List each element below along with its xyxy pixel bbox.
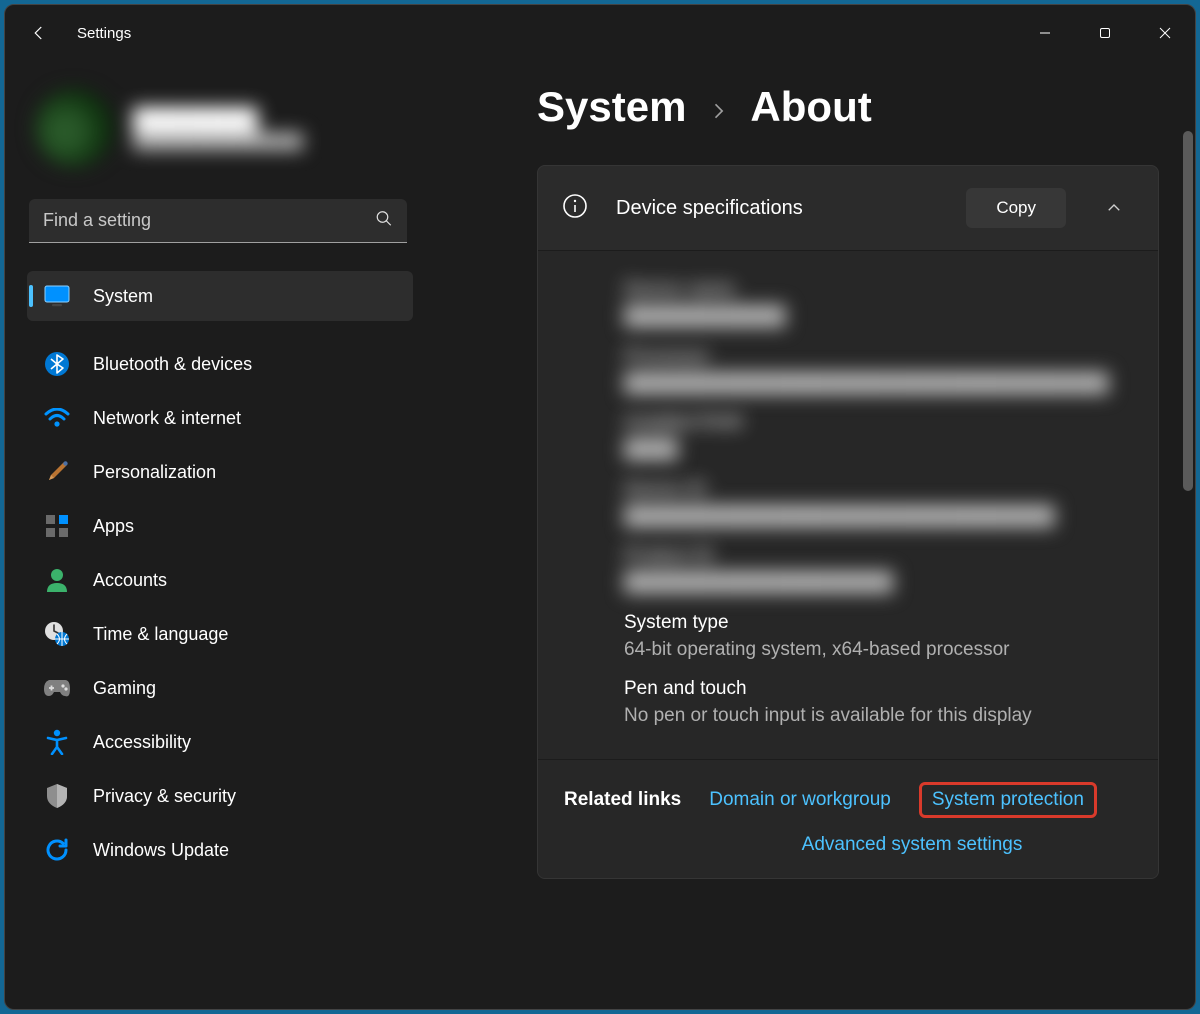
sidebar-item-privacy[interactable]: Privacy & security: [27, 771, 413, 821]
spec-value: ████████████████████████████████████: [624, 370, 1128, 399]
accessibility-icon: [43, 729, 71, 755]
card-header[interactable]: Device specifications Copy: [538, 166, 1158, 250]
spec-row-ram: Installed RAM ████: [624, 412, 1128, 465]
maximize-icon: [1099, 27, 1111, 39]
profile-email: ████████████████: [133, 133, 303, 150]
bluetooth-icon: [43, 351, 71, 377]
link-advanced-system-settings[interactable]: Advanced system settings: [802, 834, 1023, 856]
info-icon: [562, 193, 588, 224]
sidebar: ████████ ████████████████ System: [5, 61, 433, 1009]
sidebar-item-accessibility[interactable]: Accessibility: [27, 717, 413, 767]
spec-row-product-id: Product ID ████████████████████: [624, 545, 1128, 598]
link-domain-workgroup[interactable]: Domain or workgroup: [709, 789, 891, 811]
back-arrow-icon: [30, 24, 48, 42]
minimize-button[interactable]: [1015, 5, 1075, 61]
sidebar-item-gaming[interactable]: Gaming: [27, 663, 413, 713]
sidebar-item-system[interactable]: System: [27, 271, 413, 321]
wifi-icon: [43, 408, 71, 428]
sidebar-item-personalization[interactable]: Personalization: [27, 447, 413, 497]
close-button[interactable]: [1135, 5, 1195, 61]
sidebar-item-label: Windows Update: [93, 840, 229, 861]
spec-value: ████████████████████: [624, 569, 1128, 598]
shield-icon: [43, 783, 71, 809]
sidebar-item-apps[interactable]: Apps: [27, 501, 413, 551]
accounts-icon: [43, 568, 71, 592]
chevron-up-icon: [1105, 199, 1123, 217]
sidebar-item-network[interactable]: Network & internet: [27, 393, 413, 443]
search-icon: [375, 210, 393, 233]
breadcrumb: System About: [537, 83, 1159, 131]
sidebar-item-label: Time & language: [93, 624, 228, 645]
card-body: Device name ████████████ Processor █████…: [538, 250, 1158, 759]
breadcrumb-parent[interactable]: System: [537, 83, 686, 131]
sidebar-item-label: Gaming: [93, 678, 156, 699]
sidebar-item-label: Accounts: [93, 570, 167, 591]
apps-icon: [43, 514, 71, 538]
sidebar-item-label: Privacy & security: [93, 786, 236, 807]
clock-globe-icon: [43, 621, 71, 647]
close-icon: [1159, 27, 1171, 39]
sidebar-item-label: Network & internet: [93, 408, 241, 429]
gamepad-icon: [43, 678, 71, 698]
search-input[interactable]: [29, 199, 407, 243]
spec-value: 64-bit operating system, x64-based proce…: [624, 636, 1128, 665]
sidebar-item-bluetooth[interactable]: Bluetooth & devices: [27, 339, 413, 389]
search-wrap: [29, 199, 407, 243]
system-protection-highlight: System protection: [919, 782, 1097, 818]
spec-label: Product ID: [624, 545, 1128, 567]
spec-value: No pen or touch input is available for t…: [624, 702, 1128, 731]
breadcrumb-current: About: [750, 83, 871, 131]
avatar: [35, 89, 113, 167]
chevron-right-icon: [708, 101, 728, 126]
paintbrush-icon: [43, 459, 71, 485]
spec-row-pen-touch: Pen and touch No pen or touch input is a…: [624, 678, 1128, 731]
spec-value: ████: [624, 436, 1128, 465]
spec-row-processor: Processor ██████████████████████████████…: [624, 346, 1128, 399]
link-system-protection[interactable]: System protection: [932, 789, 1084, 810]
related-links: Related links Domain or workgroup System…: [538, 759, 1158, 878]
window-title: Settings: [77, 25, 131, 42]
profile-block[interactable]: ████████ ████████████████: [27, 79, 413, 199]
sidebar-item-label: Bluetooth & devices: [93, 354, 252, 375]
spec-value: ████████████: [624, 303, 1128, 332]
sidebar-item-accounts[interactable]: Accounts: [27, 555, 413, 605]
spec-label: Processor: [624, 346, 1128, 368]
minimize-icon: [1039, 27, 1051, 39]
spec-label: Device name: [624, 279, 1128, 301]
spec-row-system-type: System type 64-bit operating system, x64…: [624, 612, 1128, 665]
sidebar-item-label: System: [93, 286, 153, 307]
scrollbar-thumb[interactable]: [1183, 131, 1193, 491]
sidebar-item-label: Accessibility: [93, 732, 191, 753]
spec-label: Installed RAM: [624, 412, 1128, 434]
update-icon: [43, 837, 71, 863]
main-content: System About Device specifications Copy: [433, 61, 1195, 1009]
maximize-button[interactable]: [1075, 5, 1135, 61]
copy-button[interactable]: Copy: [966, 188, 1066, 228]
device-specs-card: Device specifications Copy Device name █…: [537, 165, 1159, 879]
settings-window: Settings ████████ ████████████████: [4, 4, 1196, 1010]
spec-label: Pen and touch: [624, 678, 1128, 700]
nav-list: System Bluetooth & devices Network & int…: [27, 271, 413, 875]
sidebar-item-windows-update[interactable]: Windows Update: [27, 825, 413, 875]
card-title: Device specifications: [616, 197, 938, 220]
spec-label: System type: [624, 612, 1128, 634]
back-button[interactable]: [19, 13, 59, 53]
spec-label: Device ID: [624, 479, 1128, 501]
related-label: Related links: [564, 789, 681, 811]
spec-row-device-name: Device name ████████████: [624, 279, 1128, 332]
sidebar-item-label: Apps: [93, 516, 134, 537]
window-controls: [1015, 5, 1195, 61]
profile-name: ████████: [133, 107, 303, 133]
collapse-button[interactable]: [1094, 199, 1134, 217]
titlebar: Settings: [5, 5, 1195, 61]
spec-row-device-id: Device ID ██████████████████████████████…: [624, 479, 1128, 532]
system-icon: [43, 285, 71, 307]
sidebar-item-time-language[interactable]: Time & language: [27, 609, 413, 659]
sidebar-item-label: Personalization: [93, 462, 216, 483]
spec-value: ████████████████████████████████: [624, 503, 1128, 532]
